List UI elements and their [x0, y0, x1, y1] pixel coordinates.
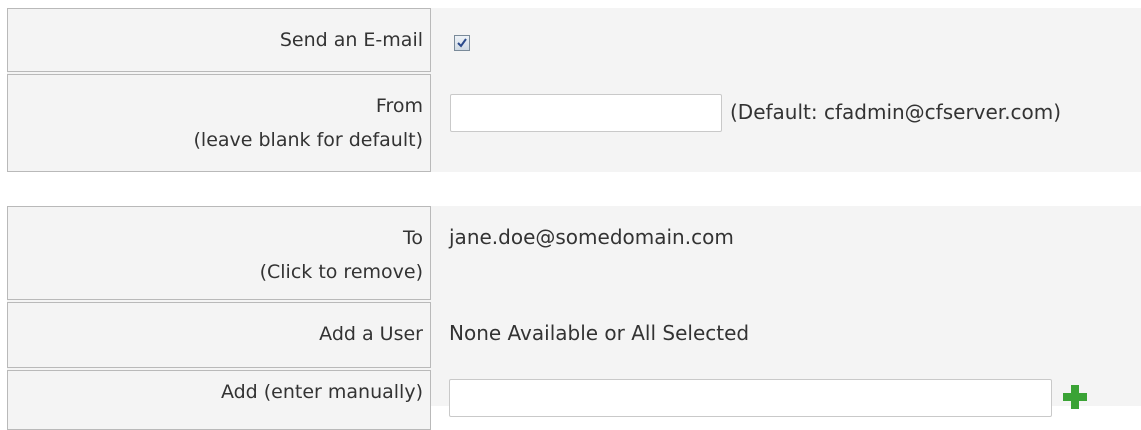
add-user-label-cell: Add a User	[7, 302, 431, 368]
email-settings-panel: Send an E-mail From (leave blank for def…	[7, 8, 1141, 172]
add-user-status: None Available or All Selected	[449, 321, 750, 345]
plus-icon[interactable]	[1061, 383, 1089, 411]
to-label: To	[402, 227, 423, 249]
add-manual-input[interactable]	[449, 379, 1052, 417]
from-label-note: (leave blank for default)	[193, 129, 424, 151]
to-label-note: (Click to remove)	[259, 261, 423, 283]
add-manual-label-cell: Add (enter manually)	[7, 370, 431, 430]
from-input[interactable]	[450, 94, 722, 132]
from-label: From	[375, 95, 423, 117]
to-label-cell: To (Click to remove)	[7, 206, 431, 300]
send-email-checkbox[interactable]	[454, 35, 470, 51]
from-label-cell: From (leave blank for default)	[7, 74, 431, 172]
recipient-list: jane.doe@somedomain.com	[449, 225, 734, 249]
recipient-email[interactable]: jane.doe@somedomain.com	[449, 225, 734, 249]
from-default-hint: (Default: cfadmin@cfserver.com)	[730, 100, 1062, 124]
send-email-label-cell: Send an E-mail	[7, 8, 431, 72]
add-user-label: Add a User	[319, 323, 423, 345]
send-email-label: Send an E-mail	[279, 29, 423, 51]
checkmark-icon	[457, 38, 467, 48]
add-manual-label: Add (enter manually)	[220, 381, 423, 403]
recipients-panel: To (Click to remove) jane.doe@somedomain…	[7, 206, 1141, 430]
